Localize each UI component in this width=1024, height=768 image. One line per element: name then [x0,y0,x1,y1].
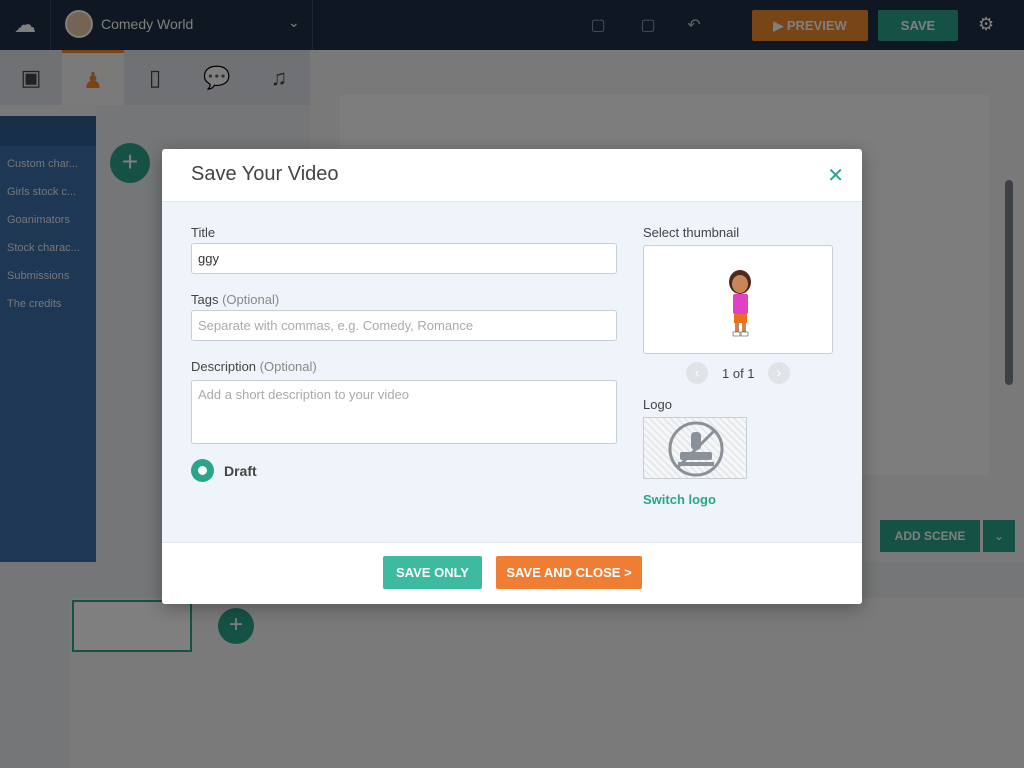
title-label: Title [191,225,216,240]
close-icon[interactable]: ✕ [827,163,844,188]
character-thumbnail-image [729,270,751,337]
next-thumbnail-button[interactable]: › [768,362,790,384]
modal-title: Save Your Video [191,163,339,185]
radio-dot [198,466,207,475]
tags-input[interactable] [191,310,617,341]
no-logo-stamp-icon [668,421,724,477]
modal-body: Title Tags (Optional) Description (Optio… [162,202,862,542]
prev-thumbnail-button[interactable]: ‹ [686,362,708,384]
tags-optional: (Optional) [222,292,280,307]
tags-label-text: Tags [191,292,219,307]
switch-logo-link[interactable]: Switch logo [643,492,716,507]
title-input[interactable] [191,243,617,274]
description-optional: (Optional) [259,359,317,374]
description-label-text: Description [191,359,257,374]
draft-label[interactable]: Draft [224,463,257,479]
description-input[interactable] [191,380,617,444]
thumbnail-label: Select thumbnail [643,225,740,240]
logo-label: Logo [643,397,672,412]
modal-header: Save Your Video ✕ [162,149,862,202]
description-label: Description (Optional) [191,359,317,374]
tags-label: Tags (Optional) [191,292,279,307]
save-only-button[interactable]: SAVE ONLY [383,556,482,589]
save-and-close-button[interactable]: SAVE AND CLOSE > [496,556,642,589]
modal-footer: SAVE ONLY SAVE AND CLOSE > [162,542,862,604]
thumbnail-pager-text: 1 of 1 [722,366,755,381]
logo-preview [643,417,747,479]
thumbnail-preview[interactable] [643,245,833,354]
draft-radio[interactable] [191,459,214,482]
save-video-modal: Save Your Video ✕ Title Tags (Optional) … [162,149,862,604]
